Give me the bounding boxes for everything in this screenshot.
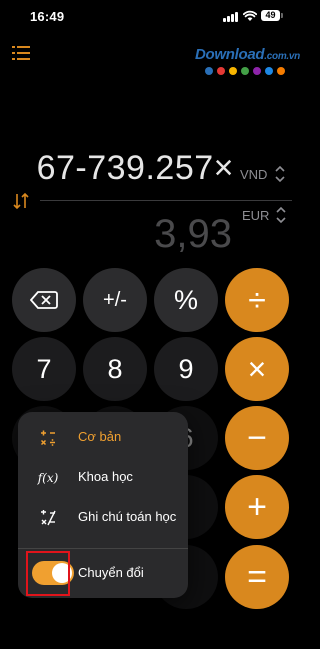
result-display: 3,93 (154, 212, 232, 256)
cellular-signal-icon (223, 12, 239, 22)
digit-7-key[interactable]: 7 (12, 337, 76, 401)
multiply-key[interactable]: × (225, 337, 289, 401)
currency-selector-chevron-icon[interactable] (275, 204, 287, 226)
math-notes-icon (38, 508, 58, 528)
menu-item-basic[interactable]: Cơ bản (18, 420, 188, 456)
currency-selector-chevron-icon[interactable] (274, 163, 286, 185)
digit-9-key[interactable]: 9 (154, 337, 218, 401)
download-watermark-logo: Download.com.vn (195, 46, 300, 86)
status-bar: 16:49 49 (0, 0, 300, 36)
battery-icon: 49 (261, 10, 283, 21)
menu-item-math-notes[interactable]: Ghi chú toán học (18, 500, 188, 536)
highlight-annotation-box (26, 551, 70, 596)
wifi-icon (243, 10, 257, 21)
bottom-currency-label[interactable]: EUR (242, 208, 269, 223)
basic-calculator-icon (38, 428, 58, 448)
display-divider (40, 200, 292, 201)
status-time: 16:49 (30, 9, 65, 24)
equals-key[interactable]: = (225, 545, 289, 609)
menu-item-label: Ghi chú toán học (78, 509, 177, 524)
plus-minus-key[interactable]: +/- (83, 268, 147, 332)
function-fx-icon: f(x) (37, 471, 59, 485)
watermark-dots (205, 67, 290, 75)
watermark-suffix: .com.vn (264, 51, 300, 62)
swap-arrows-icon[interactable] (12, 192, 30, 210)
expression-row: 67-739.257× VND (0, 145, 300, 190)
menu-divider (18, 548, 188, 549)
top-currency-label[interactable]: VND (240, 167, 267, 182)
backspace-key[interactable] (12, 268, 76, 332)
plus-key[interactable]: + (225, 475, 289, 539)
menu-list-icon[interactable] (12, 45, 30, 61)
digit-8-key[interactable]: 8 (83, 337, 147, 401)
convert-toggle-label: Chuyển đổi (78, 565, 144, 580)
backspace-icon (30, 291, 58, 309)
menu-item-label: Cơ bản (78, 429, 122, 444)
menu-item-scientific[interactable]: f(x) Khoa học (18, 460, 188, 496)
watermark-text: Download (195, 46, 265, 63)
divide-key[interactable]: ÷ (225, 268, 289, 332)
menu-item-label: Khoa học (78, 469, 133, 484)
percent-key[interactable]: % (154, 268, 218, 332)
expression-display: 67-739.257× (36, 149, 234, 187)
minus-key[interactable]: − (225, 406, 289, 470)
